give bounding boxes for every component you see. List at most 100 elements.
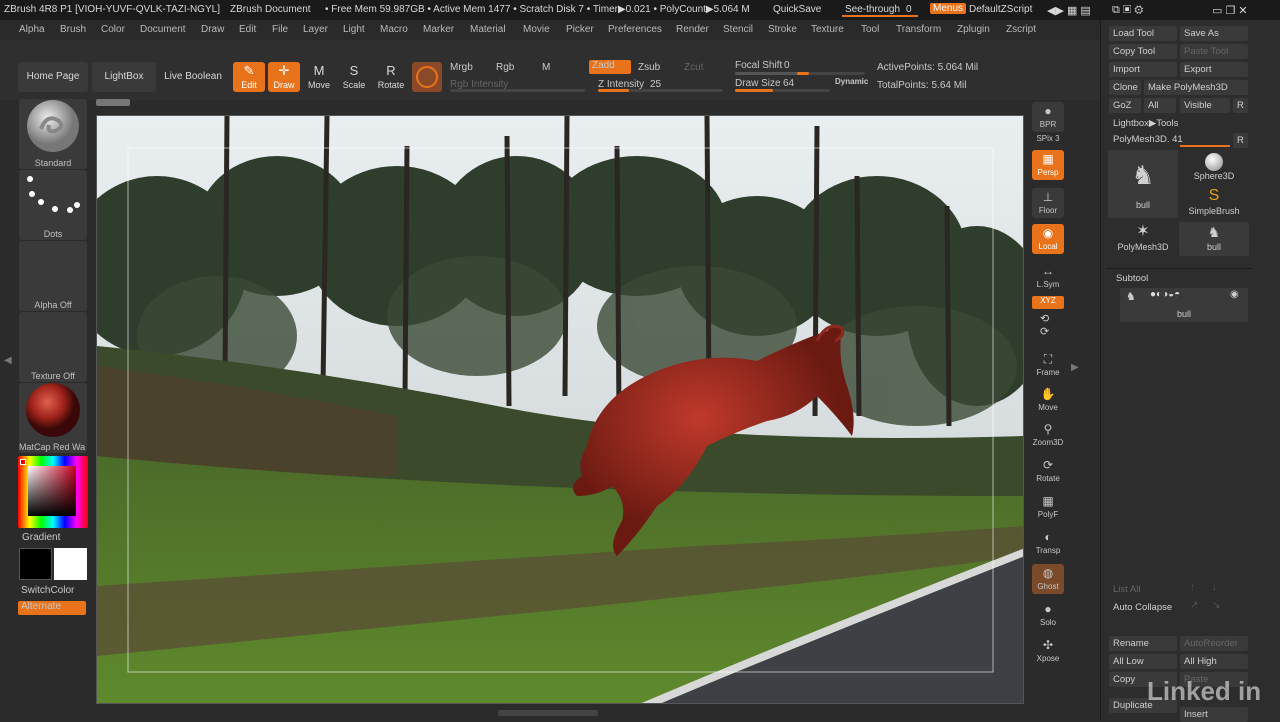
see-through-label[interactable]: See-through	[845, 4, 900, 15]
copy-tool-button[interactable]: Copy Tool	[1109, 44, 1177, 59]
move-arrows-icon[interactable]: ↗ ↘	[1190, 600, 1221, 611]
tool-thumb-sphere3d[interactable]: Sphere3D	[1179, 150, 1249, 184]
gradient-label[interactable]: Gradient	[22, 532, 60, 543]
dynamic-button[interactable]: Dynamic	[835, 77, 868, 86]
menu-stroke[interactable]: Stroke	[768, 24, 797, 35]
move-view-button[interactable]: ✋ Move	[1032, 385, 1064, 415]
paste-tool-button[interactable]: Paste Tool	[1180, 44, 1248, 59]
rename-button[interactable]: Rename	[1109, 636, 1177, 651]
rgb-intensity-slider[interactable]	[450, 89, 585, 92]
menu-tool[interactable]: Tool	[861, 24, 879, 35]
transp-button[interactable]: ◐ Transp	[1032, 528, 1064, 558]
solo-button[interactable]: ● Solo	[1032, 600, 1064, 630]
menu-macro[interactable]: Macro	[380, 24, 408, 35]
scale-tool-button[interactable]: S Scale	[338, 62, 370, 92]
focal-shift-slider[interactable]	[735, 72, 865, 75]
zcut-button[interactable]: Zcut	[684, 62, 703, 73]
see-through-slider[interactable]	[842, 15, 918, 17]
window-controls-icon[interactable]: ▭ ❐ ✕	[1212, 4, 1248, 17]
lightbox-button[interactable]: LightBox	[92, 62, 156, 92]
tool-thumb-simplebrush[interactable]: S SimpleBrush	[1179, 186, 1249, 220]
xyz-button[interactable]: XYZ	[1032, 296, 1064, 309]
menu-picker[interactable]: Picker	[566, 24, 594, 35]
persp-button[interactable]: ▦ Persp	[1032, 150, 1064, 180]
eye-icon[interactable]: ◉	[1230, 289, 1239, 300]
menu-stencil[interactable]: Stencil	[723, 24, 753, 35]
color-picker[interactable]	[18, 456, 88, 528]
import-button[interactable]: Import	[1109, 62, 1177, 77]
menu-material[interactable]: Material	[470, 24, 506, 35]
menu-render[interactable]: Render	[676, 24, 709, 35]
home-page-button[interactable]: Home Page	[18, 62, 88, 92]
list-all-button[interactable]: List All	[1109, 582, 1177, 597]
menu-movie[interactable]: Movie	[523, 24, 550, 35]
export-button[interactable]: Export	[1180, 62, 1248, 77]
all-low-button[interactable]: All Low	[1109, 654, 1177, 669]
floor-button[interactable]: ⊥ Floor	[1032, 188, 1064, 218]
menu-transform[interactable]: Transform	[896, 24, 941, 35]
menu-color[interactable]: Color	[101, 24, 125, 35]
live-boolean-button[interactable]: Live Boolean	[160, 62, 226, 92]
rgb-button[interactable]: Rgb	[496, 62, 514, 73]
goz-r-button[interactable]: R	[1233, 98, 1248, 113]
menu-zplugin[interactable]: Zplugin	[957, 24, 990, 35]
tool-thumb-bull[interactable]: ♞ bull	[1179, 222, 1249, 256]
rotate-axis-icon[interactable]: ⟲ ⟳	[1040, 312, 1049, 338]
subtool-header[interactable]: Subtool	[1112, 271, 1192, 286]
ghost-button[interactable]: ◍ Ghost	[1032, 564, 1064, 594]
menu-document[interactable]: Document	[140, 24, 186, 35]
document-canvas[interactable]	[96, 115, 1024, 704]
draw-tool-button[interactable]: ✛ Draw	[268, 62, 300, 92]
nav-arrows-icon[interactable]: ◀▶ ▦ ▤	[1047, 4, 1091, 17]
xpose-button[interactable]: ✣ Xpose	[1032, 636, 1064, 666]
goz-visible-button[interactable]: Visible	[1180, 98, 1230, 113]
tool-thumb-bull-active[interactable]: ♞ bull	[1108, 150, 1178, 218]
goz-all-button[interactable]: All	[1144, 98, 1176, 113]
subtool-options-icon[interactable]: ●◐◑◒◓	[1150, 289, 1180, 300]
menu-preferences[interactable]: Preferences	[608, 24, 662, 35]
switch-color-button[interactable]: SwitchColor	[21, 585, 74, 596]
tool-slider[interactable]	[1180, 145, 1230, 147]
menus-button[interactable]: Menus	[930, 3, 967, 14]
menu-layer[interactable]: Layer	[303, 24, 328, 35]
secondary-color-swatch[interactable]	[54, 548, 87, 580]
spix-control[interactable]: SPix 3	[1032, 134, 1064, 148]
window-tools-icon[interactable]: ⧉ ▣ ⚙	[1112, 4, 1143, 17]
menu-brush[interactable]: Brush	[60, 24, 86, 35]
goz-button[interactable]: GoZ	[1109, 98, 1141, 113]
menu-zscript[interactable]: Zscript	[1006, 24, 1036, 35]
move-tool-button[interactable]: M Move	[303, 62, 335, 92]
left-tray-arrow-icon[interactable]: ◀	[4, 355, 12, 366]
lsym-button[interactable]: ↔ L.Sym	[1032, 262, 1064, 292]
menu-alpha[interactable]: Alpha	[19, 24, 45, 35]
menu-edit[interactable]: Edit	[239, 24, 256, 35]
zsub-button[interactable]: Zsub	[638, 62, 660, 73]
all-high-button[interactable]: All High	[1180, 654, 1248, 669]
brush-selector[interactable]: Standard	[19, 99, 87, 169]
rotate-view-button[interactable]: ⟳ Rotate	[1032, 456, 1064, 486]
subtool-item[interactable]: ♞ ●◐◑◒◓ ◉ bull	[1120, 288, 1248, 322]
stroke-selector[interactable]: Dots	[19, 170, 87, 240]
menu-draw[interactable]: Draw	[201, 24, 224, 35]
z-intensity-slider[interactable]	[598, 89, 723, 92]
auto-reorder-button[interactable]: AutoReorder	[1180, 636, 1248, 651]
polyf-button[interactable]: ▦ PolyF	[1032, 492, 1064, 522]
right-tray-arrow-icon[interactable]: ▶	[1071, 362, 1079, 373]
zoom3d-button[interactable]: ⚲ Zoom3D	[1032, 420, 1064, 450]
draw-size-slider[interactable]	[735, 89, 830, 92]
up-arrows-icon[interactable]: ↑ ↓	[1190, 582, 1217, 593]
canvas-bottom-handle[interactable]	[498, 710, 598, 716]
rotate-tool-button[interactable]: R Rotate	[373, 62, 409, 92]
lightbox-tools-button[interactable]: Lightbox▶Tools	[1109, 116, 1248, 131]
zadd-button[interactable]: Zadd	[589, 60, 631, 74]
clone-button[interactable]: Clone	[1109, 80, 1141, 95]
local-button[interactable]: ◉ Local	[1032, 224, 1064, 254]
make-polymesh-button[interactable]: Make PolyMesh3D	[1144, 80, 1248, 95]
quicksave-button[interactable]: QuickSave	[773, 4, 821, 15]
menu-texture[interactable]: Texture	[811, 24, 844, 35]
menu-light[interactable]: Light	[343, 24, 365, 35]
load-tool-button[interactable]: Load Tool	[1109, 26, 1177, 41]
mrgb-button[interactable]: Mrgb	[450, 62, 473, 73]
alternate-button[interactable]: Alternate	[18, 601, 86, 615]
canvas-scroll-handle[interactable]	[96, 99, 130, 106]
